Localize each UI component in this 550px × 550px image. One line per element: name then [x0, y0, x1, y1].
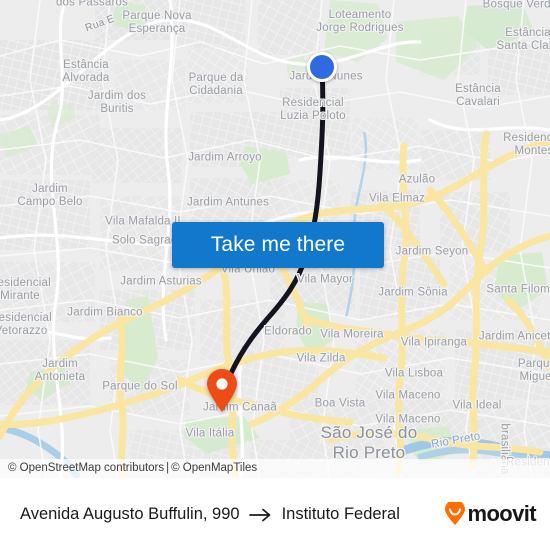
- destination-marker[interactable]: [205, 369, 239, 418]
- map-canvas[interactable]: dos Pássaros Rua E Parque Nova Esperança Lo…: [0, 0, 550, 478]
- route-destination-label: Instituto Federal: [281, 504, 400, 523]
- moovit-wordmark: moovit: [467, 501, 536, 526]
- footer-bar: Avenida Augusto Buffulin, 990 Instituto …: [0, 478, 550, 550]
- moovit-logo[interactable]: moovit: [444, 501, 537, 526]
- map-attribution: © OpenStreetMap contributors | © OpenMapTi…: [0, 459, 550, 478]
- origin-marker[interactable]: [307, 52, 337, 82]
- moovit-pin-icon: [445, 502, 466, 525]
- arrow-right-icon: [248, 508, 273, 522]
- take-me-there-button[interactable]: Take me there: [172, 222, 384, 268]
- moovit-route-screenshot: dos Pássaros Rua E Parque Nova Esperança Lo…: [0, 0, 550, 550]
- attribution-osm[interactable]: © OpenStreetMap contributors: [8, 462, 164, 474]
- route-origin-label: Avenida Augusto Buffulin, 990: [20, 504, 240, 523]
- route-summary: Avenida Augusto Buffulin, 990 Instituto …: [20, 505, 400, 524]
- attribution-maptiles[interactable]: © OpenMapTiles: [171, 462, 257, 474]
- map-pin-icon: [207, 369, 237, 412]
- attribution-separator: |: [166, 462, 170, 474]
